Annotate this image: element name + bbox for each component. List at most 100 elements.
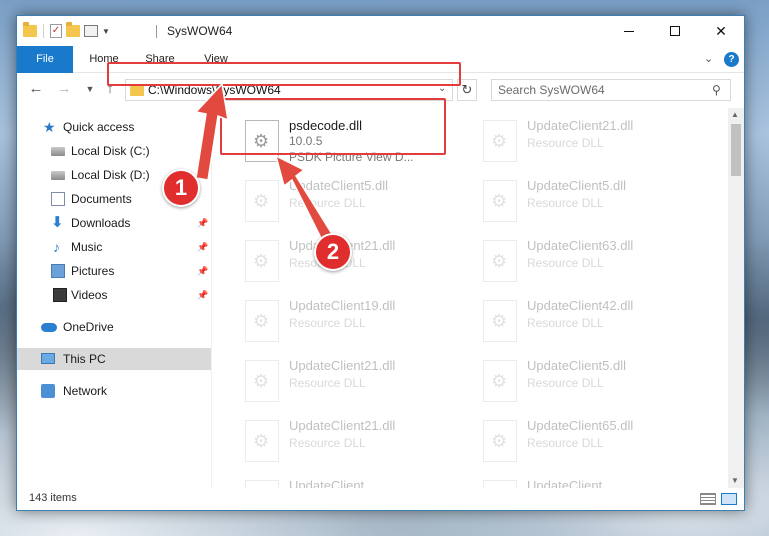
minimize-icon: [624, 30, 634, 32]
file-item[interactable]: UpdateClient5.dll Resource DLL: [239, 174, 469, 228]
sidebar-item-label: This PC: [63, 352, 106, 366]
network-icon: [41, 384, 55, 398]
file-type: Resource DLL: [527, 196, 604, 210]
file-name: UpdateClient...: [527, 478, 613, 488]
sidebar-item-label: Documents: [71, 192, 132, 206]
this-pc-icon: [41, 353, 55, 364]
large-icons-view-icon[interactable]: [721, 493, 737, 505]
status-bar: 143 items: [17, 488, 744, 510]
file-name: UpdateClient21.dll: [527, 118, 634, 133]
step-two-callout: 2: [314, 233, 352, 271]
documents-icon: [51, 192, 65, 206]
item-count: 143 items: [29, 492, 77, 504]
file-item[interactable]: UpdateClient21.dll Resource DLL: [239, 354, 469, 408]
file-type: Resource DLL: [527, 256, 604, 270]
quick-access-toolbar: ✓ ▼: [23, 22, 110, 40]
properties-check-icon[interactable]: ✓: [50, 24, 62, 38]
file-item[interactable]: UpdateClient5.dll Resource DLL: [477, 354, 707, 408]
file-name: UpdateClient19.dll: [289, 298, 396, 313]
onedrive-icon: [41, 323, 57, 332]
dll-file-icon: [245, 240, 279, 282]
file-type: Resource DLL: [289, 196, 366, 210]
file-name: UpdateClient5.dll: [527, 358, 627, 373]
sidebar-item-network[interactable]: Network: [17, 380, 211, 402]
close-button[interactable]: ✕: [698, 16, 744, 46]
title-divider: [156, 25, 157, 38]
file-name: UpdateClient21.dll: [289, 358, 396, 373]
sidebar-item-onedrive[interactable]: OneDrive: [17, 316, 211, 338]
tab-file[interactable]: File: [17, 46, 73, 73]
sidebar-item-videos[interactable]: Videos 📌: [17, 284, 211, 306]
vertical-scrollbar[interactable]: ▲ ▼: [728, 108, 744, 488]
dll-file-icon: [483, 180, 517, 222]
dll-file-icon: [483, 300, 517, 342]
search-input[interactable]: [498, 83, 698, 97]
folder-icon[interactable]: [23, 22, 37, 37]
search-icon[interactable]: ⚲: [712, 83, 721, 97]
scroll-down-arrow-icon[interactable]: ▼: [731, 476, 739, 485]
sidebar-item-local-disk-c[interactable]: Local Disk (C:): [17, 140, 211, 162]
navigation-pane: ★ Quick access Local Disk (C:) Local Dis…: [17, 108, 212, 488]
file-type: Resource DLL: [289, 376, 366, 390]
sidebar-item-label: Music: [71, 240, 103, 254]
dll-file-icon: [483, 120, 517, 162]
back-arrow-icon[interactable]: ←: [27, 80, 45, 98]
sidebar-item-this-pc[interactable]: This PC: [17, 348, 211, 370]
maximize-button[interactable]: [652, 16, 698, 46]
sidebar-item-label: Local Disk (C:): [71, 144, 150, 158]
file-name: UpdateClient42.dll: [527, 298, 634, 313]
disk-icon: [51, 147, 65, 156]
search-box[interactable]: ⚲: [491, 79, 731, 101]
file-name: UpdateClient5.dll: [527, 178, 627, 193]
sidebar-item-label: Quick access: [63, 120, 135, 134]
videos-icon: [53, 288, 67, 302]
step-one-callout: 1: [162, 169, 200, 207]
dll-file-icon: [245, 180, 279, 222]
music-icon: ♪: [53, 239, 60, 255]
new-folder-icon[interactable]: [66, 22, 80, 37]
dll-file-icon: [245, 300, 279, 342]
dll-file-icon: [245, 480, 279, 488]
file-item[interactable]: UpdateClient19.dll Resource DLL: [239, 294, 469, 348]
properties-icon[interactable]: [84, 25, 98, 37]
file-item[interactable]: UpdateClient...: [477, 474, 707, 488]
file-item[interactable]: UpdateClient42.dll Resource DLL: [477, 294, 707, 348]
dll-file-icon: [483, 420, 517, 462]
sidebar-item-label: Local Disk (D:): [71, 168, 150, 182]
file-type: Resource DLL: [289, 316, 366, 330]
scroll-up-arrow-icon[interactable]: ▲: [731, 110, 739, 119]
file-name: UpdateClient21.dll: [289, 418, 396, 433]
file-type: Resource DLL: [527, 316, 604, 330]
chevron-down-icon[interactable]: ▼: [102, 27, 110, 36]
file-explorer-window: ✓ ▼ SysWOW64 ✕ File Home Share View ⌄ ? …: [16, 15, 745, 511]
sidebar-item-quick-access[interactable]: ★ Quick access: [17, 116, 211, 138]
file-item[interactable]: UpdateClient21.dll Resource DLL: [477, 114, 707, 168]
sidebar-item-music[interactable]: ♪ Music 📌: [17, 236, 211, 258]
pin-icon[interactable]: 📌: [197, 212, 208, 234]
minimize-button[interactable]: [606, 16, 652, 46]
forward-arrow-icon[interactable]: →: [55, 80, 73, 98]
dll-file-icon: [245, 420, 279, 462]
recent-locations-chevron-icon[interactable]: ▼: [81, 80, 99, 98]
scrollbar-thumb[interactable]: [731, 124, 741, 176]
file-item[interactable]: UpdateClient63.dll Resource DLL: [477, 234, 707, 288]
pin-icon[interactable]: 📌: [197, 284, 208, 306]
title-bar: ✓ ▼ SysWOW64 ✕: [17, 16, 744, 46]
help-icon[interactable]: ?: [724, 52, 739, 67]
expand-ribbon-chevron-icon[interactable]: ⌄: [704, 52, 713, 65]
file-item[interactable]: UpdateClient...: [239, 474, 469, 488]
file-name: UpdateClient...: [289, 478, 375, 488]
details-view-icon[interactable]: [700, 493, 716, 505]
file-name: UpdateClient5.dll: [289, 178, 389, 193]
pin-icon[interactable]: 📌: [197, 236, 208, 258]
file-item[interactable]: UpdateClient65.dll Resource DLL: [477, 414, 707, 468]
file-list: psdecode.dll 10.0.5 PSDK Picture View D.…: [213, 108, 727, 488]
toolbar-divider: [43, 24, 44, 38]
address-bar-highlight: [107, 62, 461, 86]
sidebar-item-downloads[interactable]: ⬇ Downloads 📌: [17, 212, 211, 234]
file-item[interactable]: UpdateClient5.dll Resource DLL: [477, 174, 707, 228]
file-item[interactable]: UpdateClient21.dll Resource DLL: [239, 234, 469, 288]
file-item[interactable]: UpdateClient21.dll Resource DLL: [239, 414, 469, 468]
pin-icon[interactable]: 📌: [197, 260, 208, 282]
sidebar-item-pictures[interactable]: Pictures 📌: [17, 260, 211, 282]
